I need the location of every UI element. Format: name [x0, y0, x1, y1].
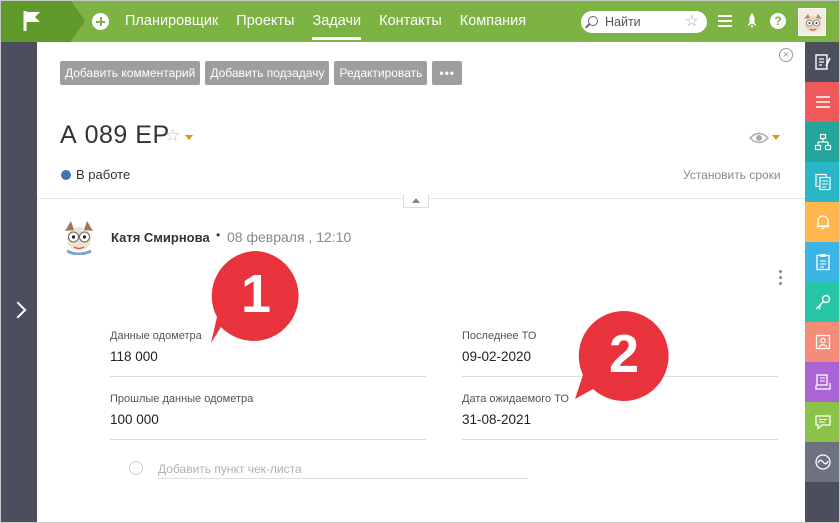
comment-date: 08 февраля , 12:10: [227, 229, 352, 245]
watch-dropdown-caret-icon[interactable]: [772, 135, 780, 140]
annotation-number-1: 1: [240, 264, 272, 324]
odometer-label: Данные одометра: [110, 330, 202, 342]
task-toolbar: Добавить комментарий Добавить подзадачу …: [60, 61, 462, 85]
odometer-value: 118 000: [110, 349, 158, 364]
app-window: Планировщик Проекты Задачи Контакты Комп…: [0, 0, 840, 523]
logo-arrow: [71, 1, 85, 41]
favorite-star-icon[interactable]: ☆: [165, 126, 180, 146]
main-nav: Планировщик Проекты Задачи Контакты Комп…: [125, 1, 544, 42]
hamburger-menu-icon[interactable]: [718, 15, 732, 27]
annotation-number-2: 2: [608, 324, 640, 384]
status-dot: [61, 170, 71, 180]
separator-dot: •: [216, 228, 221, 242]
previous-odometer-label: Прошлые данные одометра: [110, 393, 254, 405]
add-comment-button[interactable]: Добавить комментарий: [60, 61, 201, 85]
previous-odometer-value: 100 000: [110, 412, 159, 427]
contact-card-icon[interactable]: [805, 322, 839, 362]
documents-icon[interactable]: [805, 162, 839, 202]
bell-icon[interactable]: [805, 202, 839, 242]
flag-logo-icon: [23, 11, 40, 31]
add-plus-icon[interactable]: [92, 13, 109, 30]
expected-service-value: 31-08-2021: [462, 412, 532, 427]
add-subtask-button[interactable]: Добавить подзадачу: [205, 61, 330, 85]
collapse-toggle[interactable]: [403, 195, 429, 208]
checklist-checkbox[interactable]: [129, 461, 143, 475]
comment-menu-icon[interactable]: [779, 270, 783, 288]
tray-icon[interactable]: [805, 362, 839, 402]
task-panel: × Добавить комментарий Добавить подзадач…: [37, 42, 805, 522]
note-icon[interactable]: [805, 42, 839, 82]
rocket-icon[interactable]: [745, 12, 759, 34]
task-title: А 089 ЕР: [60, 121, 170, 149]
last-service-label: Последнее ТО: [462, 330, 537, 342]
last-service-value: 09-02-2020: [462, 349, 532, 364]
field-underline: [110, 439, 426, 440]
title-dropdown-caret-icon[interactable]: [185, 135, 193, 140]
nav-planner[interactable]: Планировщик: [125, 1, 236, 42]
author-avatar: [59, 217, 99, 256]
left-sidebar: [1, 42, 37, 522]
nav-contacts[interactable]: Контакты: [379, 1, 460, 42]
list-icon[interactable]: [805, 82, 839, 122]
nav-projects[interactable]: Проекты: [236, 1, 312, 42]
logo[interactable]: [1, 1, 71, 42]
more-actions-button[interactable]: •••: [432, 61, 462, 85]
right-tool-bar: [805, 42, 839, 522]
favorites-star-icon[interactable]: ☆: [685, 12, 699, 32]
status-label[interactable]: В работе: [76, 167, 130, 182]
expected-service-label: Дата ожидаемого ТО: [462, 393, 569, 405]
field-underline: [462, 439, 778, 440]
search-icon: [588, 16, 598, 26]
nav-tasks[interactable]: Задачи: [312, 1, 379, 42]
edit-button[interactable]: Редактировать: [334, 61, 428, 85]
annotation-bubble-1: 1: [207, 247, 305, 345]
watch-eye-icon[interactable]: [749, 131, 769, 149]
expand-chevron-icon[interactable]: [9, 301, 27, 319]
top-navigation-bar: Планировщик Проекты Задачи Контакты Комп…: [1, 1, 839, 42]
nav-company[interactable]: Компания: [460, 1, 544, 42]
user-avatar[interactable]: [798, 8, 826, 36]
comment-author[interactable]: Катя Смирнова: [111, 230, 210, 245]
help-icon[interactable]: ?: [770, 13, 786, 29]
search-input[interactable]: [605, 13, 675, 31]
annotation-bubble-2: 2: [571, 309, 669, 401]
field-underline: [110, 376, 426, 377]
search-box: ☆: [581, 11, 707, 33]
checklist-underline: [158, 478, 528, 479]
structure-icon[interactable]: [805, 122, 839, 162]
key-icon[interactable]: [805, 282, 839, 322]
activity-icon[interactable]: [805, 442, 839, 482]
chat-icon[interactable]: [805, 402, 839, 442]
checklist-item-input[interactable]: [158, 460, 528, 478]
close-icon[interactable]: ×: [779, 48, 793, 62]
clipboard-icon[interactable]: [805, 242, 839, 282]
set-deadline-link[interactable]: Установить сроки: [683, 168, 781, 182]
